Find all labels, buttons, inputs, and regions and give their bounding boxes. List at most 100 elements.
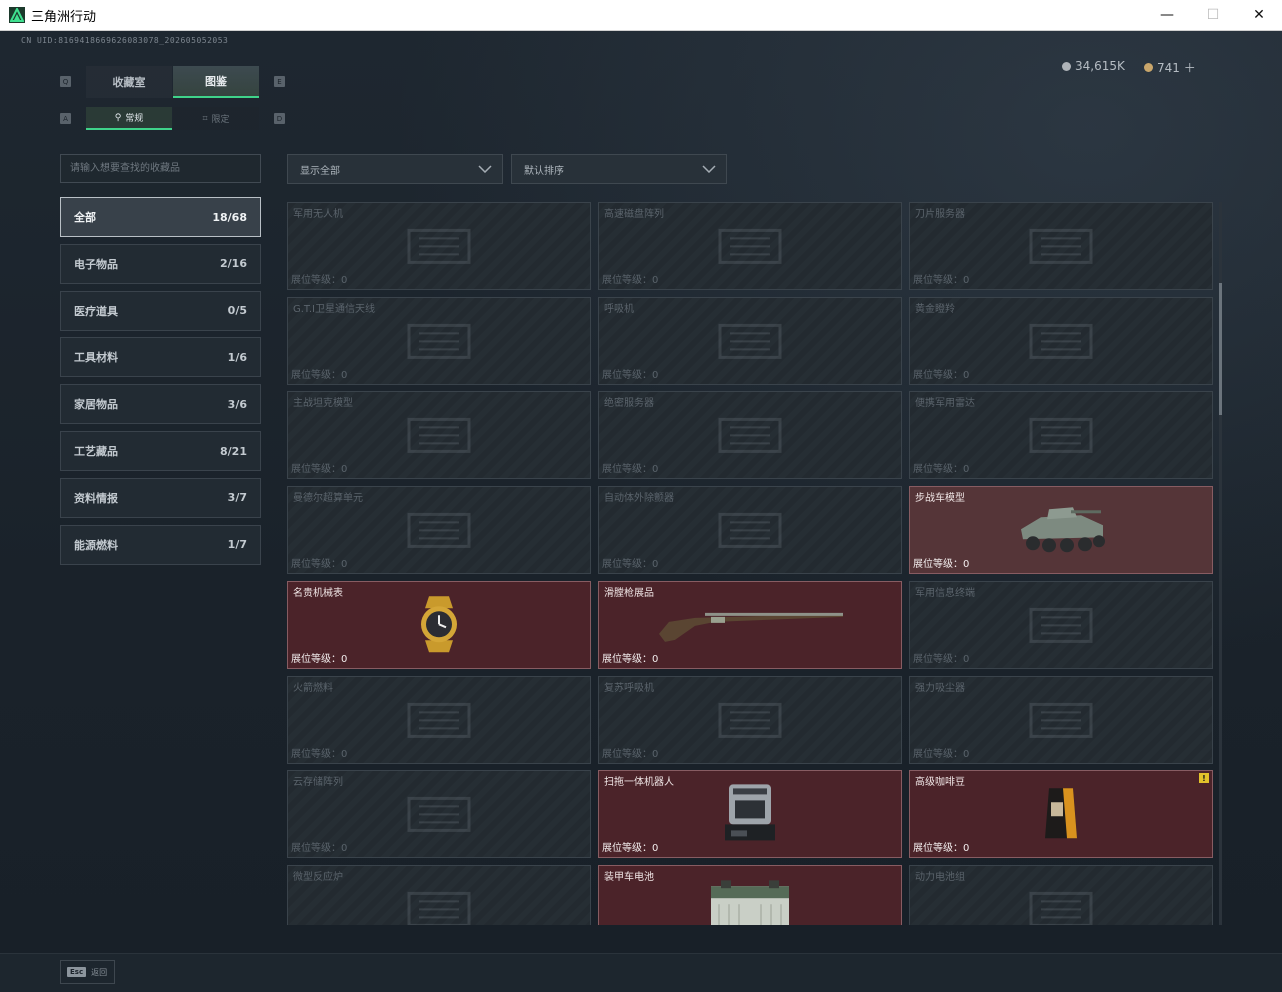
card-level: 展位等级：0 [913,839,969,854]
collection-card[interactable]: 名贵机械表 展位等级：0 [287,580,591,669]
card-level: 展位等级：0 [602,271,658,286]
scrollbar[interactable] [1219,202,1222,925]
collection-card[interactable]: 步战车模型 展位等级：0 [909,486,1213,575]
card-level: 展位等级：0 [602,745,658,760]
category-item[interactable]: 电子物品 2/16 [60,243,261,284]
key-hint-q: Q [60,76,71,87]
collection-card[interactable]: G.T.I卫星通信天线 展位等级：0 [287,296,591,385]
card-level: 展位等级：0 [913,745,969,760]
subtab-regular-label: 常规 [125,114,144,124]
sort-dropdown-label: 默认排序 [524,165,564,177]
collection-card[interactable]: 动力电池组展位等级： [909,864,1213,925]
ifv-model-icon [1011,499,1111,563]
collection-card[interactable]: 高速磁盘阵列 展位等级：0 [598,202,902,290]
card-level-value: 0 [341,843,348,855]
collection-card[interactable]: 滑膛枪展品 展位等级：0 [598,580,902,669]
collection-card[interactable]: 军用无人机 展位等级：0 [287,202,591,290]
collection-card[interactable]: 复苏呼吸机 展位等级：0 [598,675,902,764]
subtab-limited[interactable]: ⌗ 限定 [173,107,259,130]
collection-card[interactable]: 呼吸机 展位等级：0 [598,296,902,385]
card-name: 军用无人机 [293,209,343,220]
collection-card[interactable]: 主战坦克模型 展位等级：0 [287,391,591,480]
category-item[interactable]: 能源燃料 1/7 [60,524,261,565]
disk-array-icon [710,218,790,278]
scrollbar-thumb[interactable] [1219,283,1222,415]
card-name: 高级咖啡豆 [915,777,965,789]
category-item[interactable]: 家居物品 3/6 [60,384,261,425]
close-button[interactable]: ✕ [1236,0,1282,30]
currency-silver: 34,615K [1062,59,1125,73]
tab-encyclopedia[interactable]: 图鉴 [173,66,259,98]
card-level-label: 展位等级： [602,464,652,476]
category-label: 家居物品 [74,398,118,412]
card-level-value: 0 [652,464,659,476]
collection-card[interactable]: 强力吸尘器 展位等级：0 [909,675,1213,764]
collection-card[interactable]: 微型反应炉展位等级： [287,864,591,925]
collection-card[interactable]: 绝密服务器展位等级：0 [598,391,902,480]
card-level-value: 0 [963,653,970,665]
filter-dropdown-label: 显示全部 [300,165,340,177]
key-hint-d: D [274,113,285,124]
card-level-label: 展位等级： [913,748,963,760]
collection-card[interactable]: 军用信息终端 展位等级：0 [909,580,1213,669]
minimize-button[interactable]: — [1144,0,1190,30]
tank-model-icon [399,408,479,468]
category-item[interactable]: 工具材料 1/6 [60,337,261,378]
card-level: 展位等级：0 [291,650,347,665]
collection-card[interactable]: 火箭燃料 展位等级：0 [287,675,591,764]
category-count: 2/16 [220,257,247,271]
category-count: 0/5 [227,304,247,318]
vacuum-icon [1021,692,1101,752]
sort-dropdown[interactable]: 默认排序 [511,154,727,184]
collection-card[interactable]: 自动体外除颤器 展位等级：0 [598,486,902,575]
collection-card[interactable]: 装甲车电池展位等级： [598,864,902,925]
card-level: 展位等级：0 [913,271,969,286]
key-hint-e: E [274,76,285,87]
card-level-label: 展位等级： [291,748,341,760]
new-badge: ! [1199,773,1209,784]
card-name: 云存储阵列 [293,777,343,789]
maximize-button[interactable]: ☐ [1190,0,1236,30]
coffee-bag-icon [1041,784,1081,846]
subtab-limited-label: 限定 [211,115,230,125]
category-item[interactable]: 医疗道具 0/5 [60,290,261,331]
card-name: 刀片服务器 [915,209,965,220]
back-label: 返回 [91,967,108,977]
collection-card[interactable]: 刀片服务器展位等级：0 [909,202,1213,290]
filter-dropdown[interactable]: 显示全部 [287,154,503,184]
collection-card[interactable]: 扫拖一体机器人 展位等级：0 [598,770,902,859]
card-name: 绝密服务器 [604,398,654,410]
card-level: 展位等级：0 [602,839,658,854]
card-level-label: 展位等级： [913,369,963,381]
collection-card[interactable]: 高级咖啡豆展位等级：0! [909,770,1213,859]
card-level: 展位等级：0 [291,366,347,381]
category-item[interactable]: 工艺藏品 8/21 [60,431,261,471]
compute-unit-icon [399,502,479,562]
currency-gold[interactable]: 741 ＋ [1144,59,1196,76]
category-count: 18/68 [212,210,247,224]
gold-coin-icon [1144,63,1153,72]
tab-collection-room[interactable]: 收藏室 [86,66,172,98]
category-item[interactable]: 资料情报 3/7 [60,477,261,518]
subtab-regular[interactable]: ⚲ 常规 [86,107,172,130]
category-count: 8/21 [220,444,247,458]
collection-card[interactable]: 曼德尔超算单元 展位等级：0 [287,486,591,575]
back-button[interactable]: Esc 返回 [60,960,115,984]
category-count: 3/6 [227,397,247,411]
card-level-value: 0 [652,369,659,381]
category-count: 1/7 [227,538,247,552]
collection-card[interactable]: 云存储阵列展位等级：0 [287,770,591,859]
collection-card[interactable]: 便携军用雷达 展位等级：0 [909,391,1213,480]
esc-key-icon: Esc [67,967,87,977]
collection-card[interactable]: 黄金瞪羚 展位等级：0 [909,296,1213,385]
defibrillator-icon [710,502,790,562]
card-name: 滑膛枪展品 [604,587,654,599]
card-name: G.T.I卫星通信天线 [293,303,375,315]
search-input[interactable] [60,154,261,183]
card-level: 展位等级：0 [291,839,347,854]
resuscitator-icon [710,692,790,752]
category-item[interactable]: 全部 18/68 [60,197,261,237]
card-name: 自动体外除颤器 [604,493,674,505]
category-label: 工艺藏品 [74,445,118,458]
player-uid: CN UID:8169418669626083078_202605052053 [21,36,229,45]
